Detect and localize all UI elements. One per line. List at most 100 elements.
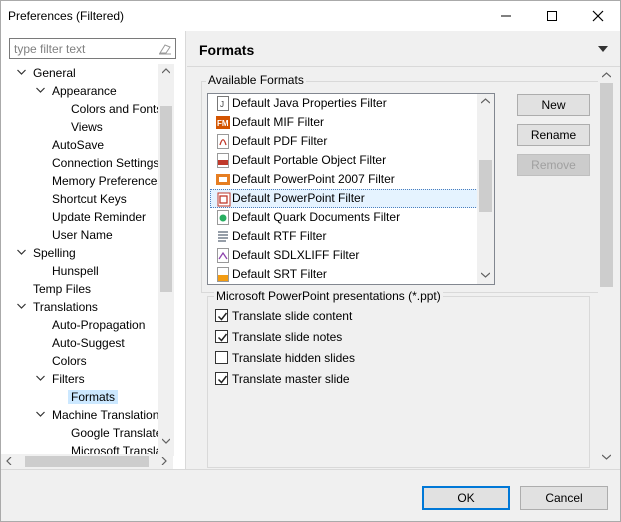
format-label: Default Portable Object Filter [232,153,387,167]
page-scroll-down-icon[interactable] [602,454,611,460]
filter-field[interactable] [9,38,176,59]
tree-item-label: Google Translate [71,426,163,440]
format-list-item[interactable]: Default PDF Filter [210,132,492,151]
format-label: Default PowerPoint Filter [232,191,365,205]
pdf-file-icon [217,134,229,149]
format-list-item[interactable]: Default PowerPoint Filter [210,189,492,208]
tree-item[interactable]: Views [71,118,103,136]
checkbox-checked-icon[interactable] [215,372,228,385]
tree-item-label: AutoSave [52,138,105,152]
pptx-file-icon [216,174,230,185]
scroll-down-icon[interactable] [162,438,170,444]
option-label: Translate master slide [232,372,350,386]
clear-filter-icon[interactable] [158,42,172,55]
format-list-item[interactable]: J Default Java Properties Filter [210,94,492,113]
tree-hscroll-thumb[interactable] [25,456,149,467]
svg-text:FM: FM [217,119,229,128]
title-bar: Preferences (Filtered) [1,1,620,31]
window-title: Preferences (Filtered) [8,9,125,23]
minimize-button[interactable] [483,1,529,31]
tree-vertical-scrollbar[interactable] [158,64,174,456]
tree-item-label: User Name [52,228,113,242]
tree-item-label: Temp Files [33,282,92,296]
tree-item[interactable]: Formats [68,388,119,406]
new-format-button[interactable]: New [517,94,590,116]
scroll-left-icon[interactable] [6,457,12,465]
scroll-up-icon[interactable] [162,68,170,74]
formats-list-scrollbar[interactable] [477,94,494,284]
format-list-item[interactable]: Default Portable Object Filter [210,151,492,170]
tree-item[interactable]: Translations [17,298,98,316]
tree-item[interactable]: Connection Settings [52,154,159,172]
tree-item-label: Translations [33,300,98,314]
page-scroll-thumb[interactable] [600,83,613,287]
format-list-item[interactable]: Default PowerPoint 2007 Filter [210,170,492,189]
list-scroll-up-icon[interactable] [481,98,490,104]
expand-chevron-icon[interactable] [36,411,45,418]
checkbox-checked-icon[interactable] [215,330,228,343]
format-label: Default SDLXLIFF Filter [232,248,360,262]
checkbox-unchecked-icon[interactable] [215,351,228,364]
expand-chevron-icon[interactable] [36,375,45,382]
sdlxliff-file-icon [217,248,229,263]
format-list-item[interactable]: Default SDLXLIFF Filter [210,246,492,265]
tree-item[interactable]: Temp Files [33,280,91,298]
format-list-item[interactable]: FM Default MIF Filter [210,113,492,132]
view-menu-icon[interactable] [598,46,608,52]
close-icon [592,10,604,22]
list-scroll-down-icon[interactable] [481,272,490,278]
tree-item[interactable]: Appearance [36,82,117,100]
preferences-tree-panel: General Appearance Colors and Fonts Views Au… [1,31,186,469]
tree-item[interactable]: Memory Preferences [52,172,163,190]
ok-button[interactable]: OK [422,486,510,510]
filter-input[interactable] [10,39,155,58]
format-label: Default PDF Filter [232,134,328,148]
remove-format-button[interactable]: Remove [517,154,590,176]
format-list-item[interactable]: Default SRT Filter [210,265,492,284]
scroll-right-icon[interactable] [161,457,167,465]
format-label: Default PowerPoint 2007 Filter [232,172,395,186]
expand-chevron-icon[interactable] [17,249,26,256]
tree-item[interactable]: Google Translate [71,424,162,442]
tree-item-label: Views [71,120,103,134]
tree-item[interactable]: AutoSave [52,136,104,154]
expand-chevron-icon[interactable] [17,69,26,76]
expand-chevron-icon[interactable] [36,87,45,94]
rename-format-button[interactable]: Rename [517,124,590,146]
formats-list[interactable]: J Default Java Properties Filter FM Default… [207,93,495,285]
maximize-icon [547,11,557,21]
tree-item[interactable]: Shortcut Keys [52,190,127,208]
tree-item[interactable]: Colors and Fonts [71,100,162,118]
tree-item[interactable]: Update Reminder [52,208,146,226]
format-label: Default SRT Filter [232,267,327,281]
tree-item[interactable]: Spelling [17,244,76,262]
maximize-button[interactable] [529,1,575,31]
formats-page: Available Formats J Default Java Properti… [187,68,620,468]
ppt-file-icon [217,192,231,207]
srt-file-icon [217,267,229,282]
tree-item[interactable]: Auto-Suggest [52,334,125,352]
cancel-button[interactable]: Cancel [520,486,608,510]
format-list-item[interactable]: Default Quark Documents Filter [210,208,492,227]
tree-scroll-thumb[interactable] [160,106,172,292]
format-list-item[interactable]: Default RTF Filter [210,227,492,246]
dialog-footer: OK Cancel [1,469,620,521]
tree-item[interactable]: Hunspell [52,262,99,280]
tree-item[interactable]: User Name [52,226,113,244]
option-label: Translate slide content [232,309,353,323]
minimize-icon [501,15,511,17]
tree-item[interactable]: Filters [36,370,85,388]
tree-horizontal-scrollbar[interactable] [1,454,173,469]
tree-item[interactable]: Colors [52,352,87,370]
close-button[interactable] [575,1,621,31]
tree-item-label: Machine Translation [52,408,160,422]
formats-list-scroll-thumb[interactable] [479,160,492,212]
tree-item[interactable]: Auto-Propagation [52,316,145,334]
page-scroll-up-icon[interactable] [602,72,611,78]
tree-item[interactable]: Machine Translation [36,406,160,424]
tree-item[interactable]: General [17,64,76,82]
expand-chevron-icon[interactable] [17,303,26,310]
page-vertical-scrollbar[interactable] [598,68,615,466]
option-label: Translate hidden slides [232,351,355,365]
checkbox-checked-icon[interactable] [215,309,228,322]
